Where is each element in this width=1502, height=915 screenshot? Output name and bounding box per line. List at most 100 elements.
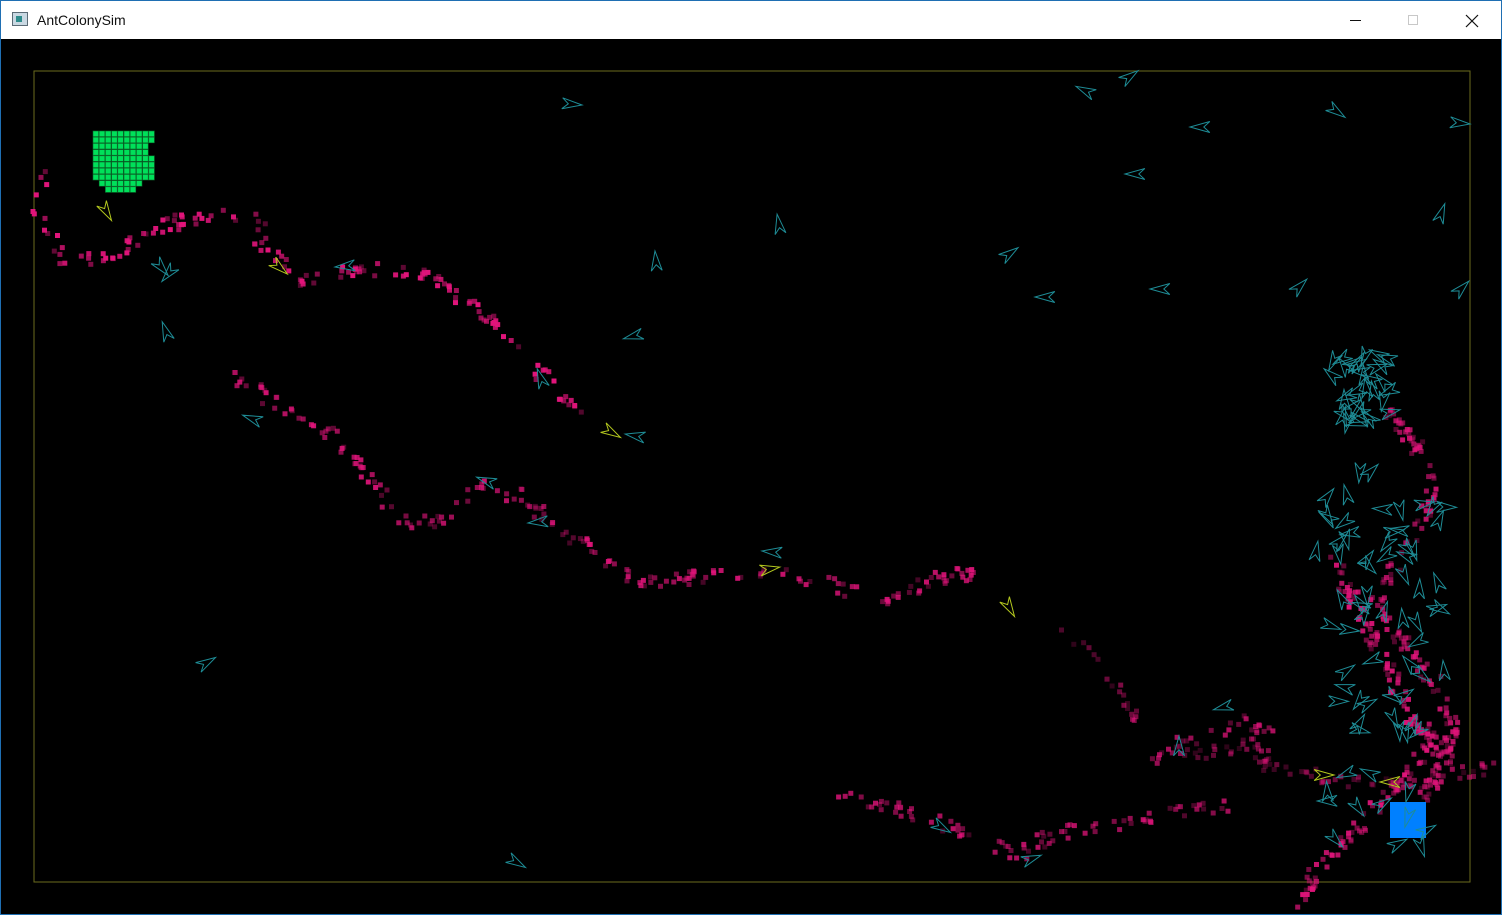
food-cell: [117, 143, 124, 150]
ant: [1358, 768, 1381, 783]
pheromone-mark: [1143, 817, 1149, 823]
pheromone-mark: [1461, 770, 1467, 776]
pheromone-mark: [663, 578, 669, 584]
pheromone-mark: [546, 369, 552, 375]
ant: [623, 431, 646, 444]
pheromone-mark: [504, 491, 510, 497]
pheromone-mark: [1401, 644, 1407, 650]
ant: [1334, 512, 1356, 530]
pheromone-mark: [1259, 748, 1264, 754]
food-cell: [129, 186, 137, 193]
pheromone-mark: [1005, 844, 1011, 849]
food-cell: [136, 143, 143, 150]
pheromone-mark: [1457, 775, 1463, 781]
pheromone-mark: [880, 599, 886, 605]
pheromone-mark: [1348, 837, 1354, 843]
pheromone-mark: [1148, 819, 1153, 824]
pheromone-mark: [504, 498, 509, 504]
pheromone-mark: [1407, 435, 1412, 441]
window-title: AntColonySim: [37, 12, 126, 28]
ant: [1316, 487, 1335, 508]
pheromone-mark: [297, 282, 303, 288]
pheromone-mark: [1401, 639, 1407, 645]
pheromone-mark: [1035, 844, 1041, 850]
pheromone-mark: [1228, 749, 1234, 755]
food-cell: [129, 161, 137, 168]
title-bar[interactable]: AntColonySim: [1, 1, 1501, 39]
maximize-button[interactable]: [1385, 1, 1443, 39]
pheromone-mark: [1130, 716, 1135, 722]
pheromone-mark: [1320, 856, 1326, 862]
food-cell: [142, 174, 149, 181]
pheromone-mark: [303, 272, 309, 278]
food-cell: [105, 161, 112, 168]
pheromone-mark: [1423, 488, 1429, 494]
pheromone-mark: [379, 504, 385, 510]
pheromone-mark: [474, 485, 480, 490]
pheromone-mark: [274, 394, 280, 400]
pheromone-mark: [78, 253, 84, 259]
close-button[interactable]: [1443, 1, 1501, 39]
ant: [160, 262, 180, 283]
minimize-button[interactable]: [1327, 1, 1385, 39]
pheromone-mark: [954, 566, 960, 571]
pheromone-mark: [369, 472, 375, 478]
ant: [1327, 350, 1343, 373]
ant: [1123, 168, 1146, 180]
pheromone-mark: [403, 513, 409, 519]
pheromone-mark: [676, 576, 682, 582]
pheromone-mark: [1042, 844, 1048, 850]
pheromone-mark: [100, 251, 106, 257]
pheromone-mark: [572, 404, 578, 410]
simulation-canvas[interactable]: [1, 39, 1501, 914]
pheromone-mark: [1388, 571, 1394, 577]
food-cell: [111, 161, 118, 168]
pheromone-mark: [1184, 747, 1190, 753]
pheromone-mark: [259, 240, 265, 246]
pheromone-mark: [172, 212, 178, 218]
food-cell: [111, 149, 118, 156]
pheromone-mark: [908, 583, 914, 589]
ant: [621, 327, 645, 340]
ant: [240, 414, 264, 428]
pheromone-mark: [783, 567, 789, 573]
pheromone-mark: [968, 572, 974, 578]
pheromone-mark: [895, 591, 901, 597]
pheromone-mark: [153, 226, 159, 231]
pheromone-mark: [1422, 745, 1427, 751]
ant: [1397, 606, 1410, 629]
pheromone-mark: [1443, 705, 1449, 711]
food-cell: [136, 136, 143, 144]
pheromone-mark: [1403, 429, 1409, 435]
pheromone-mark: [1381, 595, 1387, 601]
pheromone-mark: [533, 505, 539, 511]
food-cell: [105, 155, 112, 162]
pheromone-mark: [275, 249, 281, 255]
pheromone-mark: [1440, 773, 1446, 779]
ant: [96, 200, 113, 223]
food-cell: [111, 167, 118, 175]
food-cell: [148, 136, 155, 144]
pheromone-mark: [449, 514, 454, 520]
pheromone-mark: [1354, 825, 1360, 831]
pheromone-mark: [1424, 734, 1430, 740]
pheromone-mark: [1460, 764, 1465, 770]
pheromone-mark: [1039, 829, 1045, 835]
food-cell: [98, 155, 106, 162]
pheromone-mark: [1191, 803, 1197, 809]
pheromone-mark: [1310, 880, 1316, 886]
pheromone-mark: [1384, 651, 1390, 657]
food-cell: [105, 167, 112, 175]
pheromone-mark: [1383, 575, 1389, 580]
pheromone-mark: [1249, 727, 1255, 733]
food-cell: [92, 174, 99, 181]
food-cell: [142, 167, 149, 175]
pheromone-mark: [1121, 692, 1127, 698]
ant: [1392, 499, 1405, 523]
pheromone-mark: [624, 578, 630, 584]
ant: [1334, 664, 1357, 682]
pheromone-mark: [518, 486, 524, 492]
food-cell: [148, 174, 155, 181]
pheromone-mark: [263, 235, 269, 241]
pheromone-mark: [691, 569, 697, 575]
